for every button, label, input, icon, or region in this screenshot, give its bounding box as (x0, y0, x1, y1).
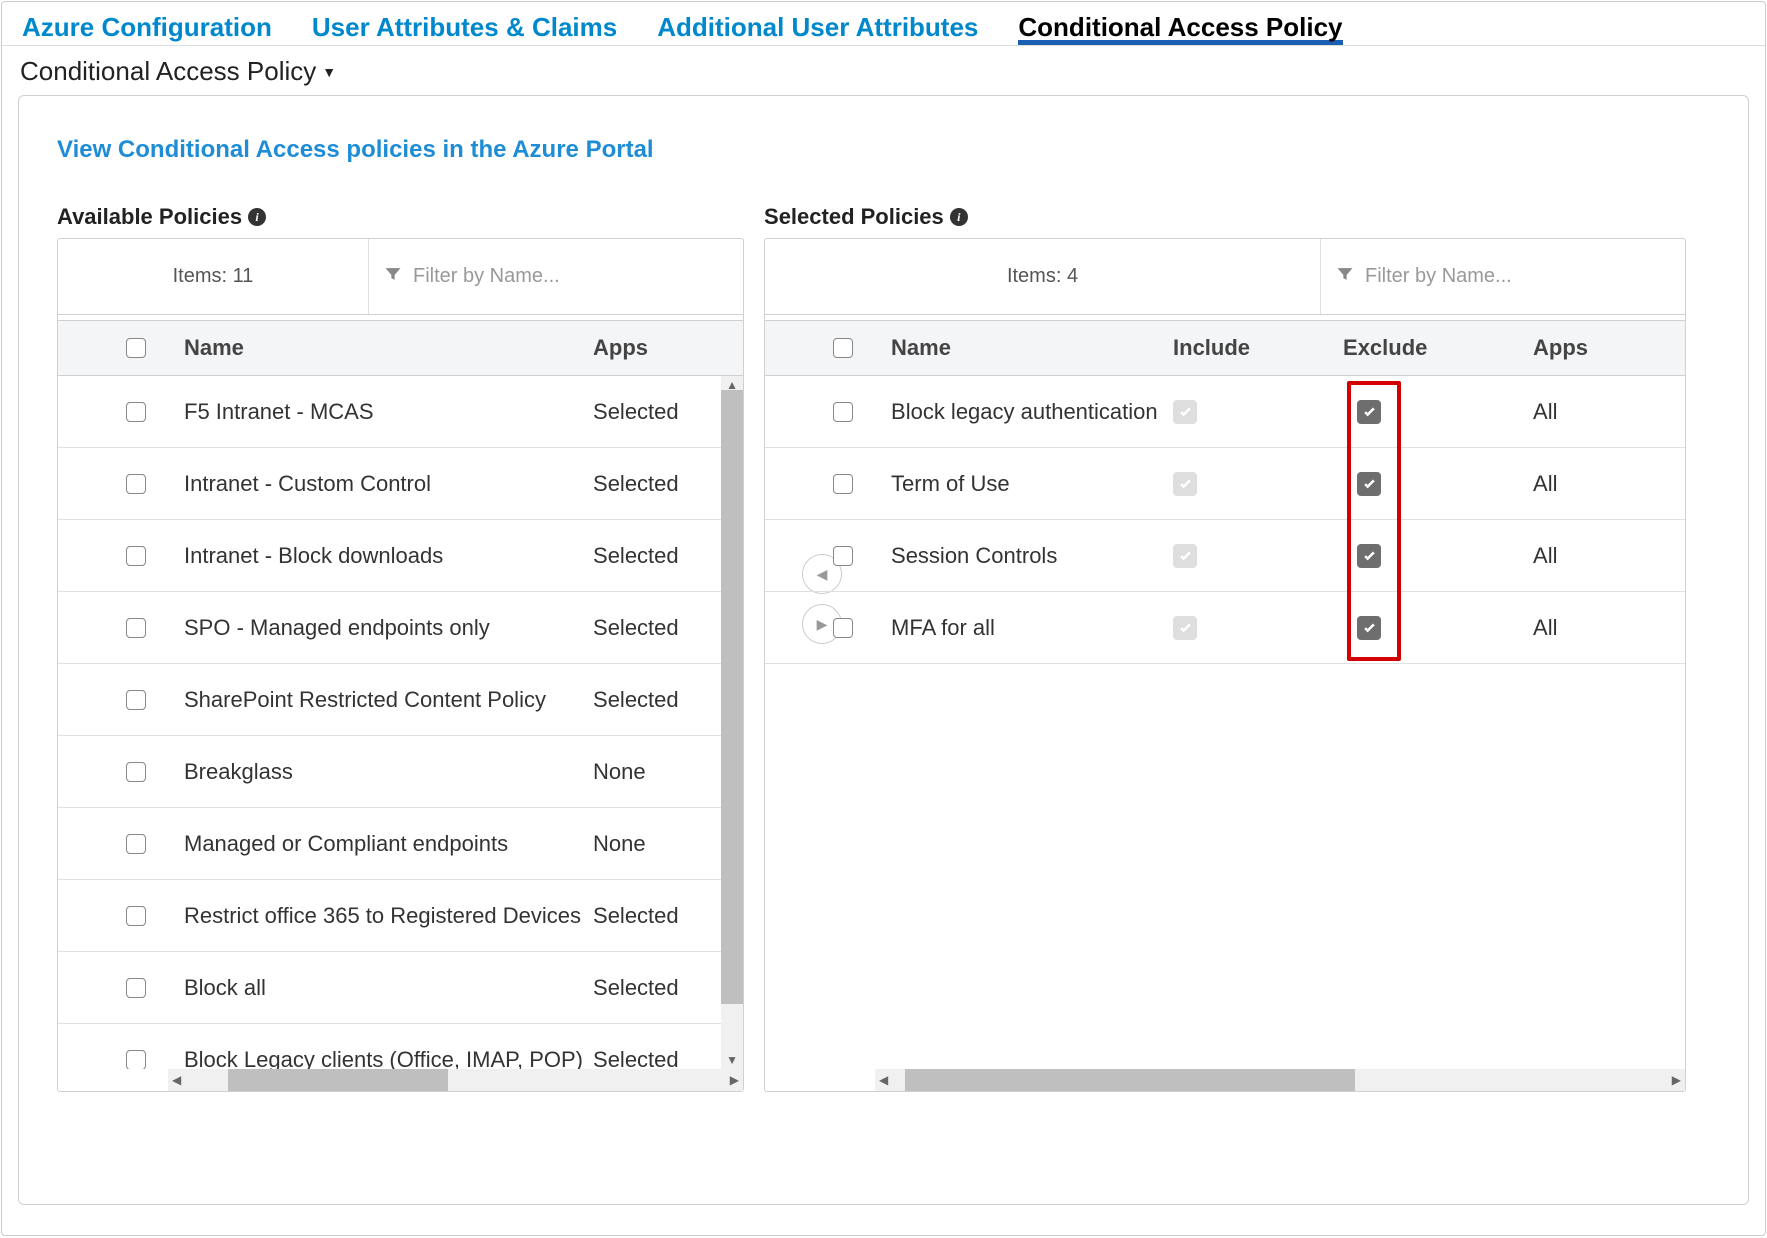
row-checkbox[interactable] (126, 474, 146, 494)
horizontal-scrollbar[interactable]: ◀ ▶ (875, 1069, 1685, 1091)
available-title: Available Policies (57, 204, 242, 230)
policy-apps: All (1533, 471, 1623, 497)
hscroll-thumb[interactable] (905, 1069, 1355, 1091)
scroll-right-icon[interactable]: ▶ (726, 1073, 743, 1087)
hscroll-thumb[interactable] (228, 1069, 448, 1091)
selected-title: Selected Policies (764, 204, 944, 230)
scroll-right-icon[interactable]: ▶ (1668, 1073, 1685, 1087)
available-col-name[interactable]: Name (166, 335, 593, 361)
info-icon[interactable]: i (950, 208, 968, 226)
include-checkbox[interactable] (1173, 400, 1197, 424)
row-checkbox[interactable] (126, 546, 146, 566)
table-row[interactable]: Intranet - Custom ControlSelected (58, 448, 743, 520)
exclude-checkbox[interactable] (1357, 616, 1381, 640)
available-policies-column: Available Policies i Items: 11 (57, 204, 744, 1092)
available-items-count: Items: 11 (58, 239, 368, 314)
caret-down-icon: ▼ (322, 64, 336, 80)
tab-bar: Azure Configuration User Attributes & Cl… (2, 2, 1765, 46)
selected-col-include[interactable]: Include (1173, 335, 1343, 361)
section-title-text: Conditional Access Policy (20, 56, 316, 87)
row-checkbox[interactable] (833, 546, 853, 566)
available-header-row: Name Apps (58, 320, 743, 376)
policy-name: Session Controls (873, 543, 1173, 569)
exclude-checkbox[interactable] (1357, 544, 1381, 568)
table-row[interactable]: Session Controls All (765, 520, 1685, 592)
scroll-thumb[interactable] (721, 390, 743, 1004)
filter-icon (383, 264, 403, 289)
selected-list-box: Items: 4 Name Include Exclude (764, 238, 1686, 1092)
policy-name: F5 Intranet - MCAS (166, 399, 593, 425)
row-checkbox[interactable] (126, 762, 146, 782)
tab-azure-configuration[interactable]: Azure Configuration (22, 12, 272, 45)
table-row[interactable]: Term of Use All (765, 448, 1685, 520)
selected-policies-column: Selected Policies i Items: 4 (764, 204, 1686, 1092)
table-row[interactable]: Intranet - Block downloadsSelected (58, 520, 743, 592)
table-row[interactable]: SharePoint Restricted Content PolicySele… (58, 664, 743, 736)
policy-panel: View Conditional Access policies in the … (18, 95, 1749, 1205)
table-row[interactable]: Block allSelected (58, 952, 743, 1024)
policy-name: Intranet - Custom Control (166, 471, 593, 497)
table-row[interactable]: F5 Intranet - MCASSelected (58, 376, 743, 448)
include-checkbox[interactable] (1173, 472, 1197, 496)
row-checkbox[interactable] (126, 834, 146, 854)
info-icon[interactable]: i (248, 208, 266, 226)
policy-name: Block all (166, 975, 593, 1001)
tab-user-attributes-claims[interactable]: User Attributes & Claims (312, 12, 617, 45)
table-row[interactable]: Block legacy authentication All (765, 376, 1685, 448)
row-checkbox[interactable] (126, 402, 146, 422)
policy-apps: All (1533, 543, 1623, 569)
row-checkbox[interactable] (833, 474, 853, 494)
policy-apps: All (1533, 399, 1623, 425)
policy-name: Block Legacy clients (Office, IMAP, POP) (166, 1047, 593, 1070)
policy-apps: All (1533, 615, 1623, 641)
exclude-checkbox[interactable] (1357, 400, 1381, 424)
filter-icon (1335, 264, 1355, 289)
include-checkbox[interactable] (1173, 544, 1197, 568)
table-row[interactable]: Block Legacy clients (Office, IMAP, POP)… (58, 1024, 743, 1069)
policy-name: Managed or Compliant endpoints (166, 831, 593, 857)
available-col-apps[interactable]: Apps (593, 335, 743, 361)
row-checkbox[interactable] (126, 690, 146, 710)
table-row[interactable]: BreakglassNone (58, 736, 743, 808)
row-checkbox[interactable] (126, 978, 146, 998)
row-checkbox[interactable] (126, 906, 146, 926)
policy-name: MFA for all (873, 615, 1173, 641)
available-list-box: Items: 11 Name Apps (57, 238, 744, 1092)
selected-select-all-checkbox[interactable] (833, 338, 853, 358)
table-row[interactable]: Restrict office 365 to Registered Device… (58, 880, 743, 952)
row-checkbox[interactable] (126, 1050, 146, 1070)
policy-name: SharePoint Restricted Content Policy (166, 687, 593, 713)
section-title[interactable]: Conditional Access Policy ▼ (2, 46, 1765, 93)
table-row[interactable]: MFA for all All (765, 592, 1685, 664)
table-row[interactable]: SPO - Managed endpoints onlySelected (58, 592, 743, 664)
include-checkbox[interactable] (1173, 616, 1197, 640)
available-select-all-checkbox[interactable] (126, 338, 146, 358)
tab-additional-user-attributes[interactable]: Additional User Attributes (657, 12, 978, 45)
row-checkbox[interactable] (126, 618, 146, 638)
policy-name: Breakglass (166, 759, 593, 785)
exclude-checkbox[interactable] (1357, 472, 1381, 496)
row-checkbox[interactable] (833, 618, 853, 638)
scroll-left-icon[interactable]: ◀ (875, 1073, 892, 1087)
vertical-scrollbar[interactable]: ▲ ▼ (721, 376, 743, 1069)
horizontal-scrollbar[interactable]: ◀ ▶ (168, 1069, 743, 1091)
selected-items-count: Items: 4 (765, 239, 1320, 314)
policy-name: Block legacy authentication (873, 399, 1173, 425)
selected-col-exclude[interactable]: Exclude (1343, 335, 1533, 361)
available-filter-input[interactable] (413, 265, 729, 288)
selected-header-row: Name Include Exclude Apps (765, 320, 1685, 376)
scroll-left-icon[interactable]: ◀ (168, 1073, 185, 1087)
table-row[interactable]: Managed or Compliant endpointsNone (58, 808, 743, 880)
selected-filter-input[interactable] (1365, 265, 1671, 288)
selected-col-apps[interactable]: Apps (1533, 335, 1623, 361)
policy-name: Intranet - Block downloads (166, 543, 593, 569)
azure-portal-link[interactable]: View Conditional Access policies in the … (57, 136, 654, 163)
row-checkbox[interactable] (833, 402, 853, 422)
policy-name: Term of Use (873, 471, 1173, 497)
selected-col-name[interactable]: Name (873, 335, 1173, 361)
policy-name: Restrict office 365 to Registered Device… (166, 903, 593, 929)
scroll-down-icon[interactable]: ▼ (724, 1051, 740, 1069)
tab-conditional-access-policy[interactable]: Conditional Access Policy (1018, 12, 1342, 45)
policy-name: SPO - Managed endpoints only (166, 615, 593, 641)
